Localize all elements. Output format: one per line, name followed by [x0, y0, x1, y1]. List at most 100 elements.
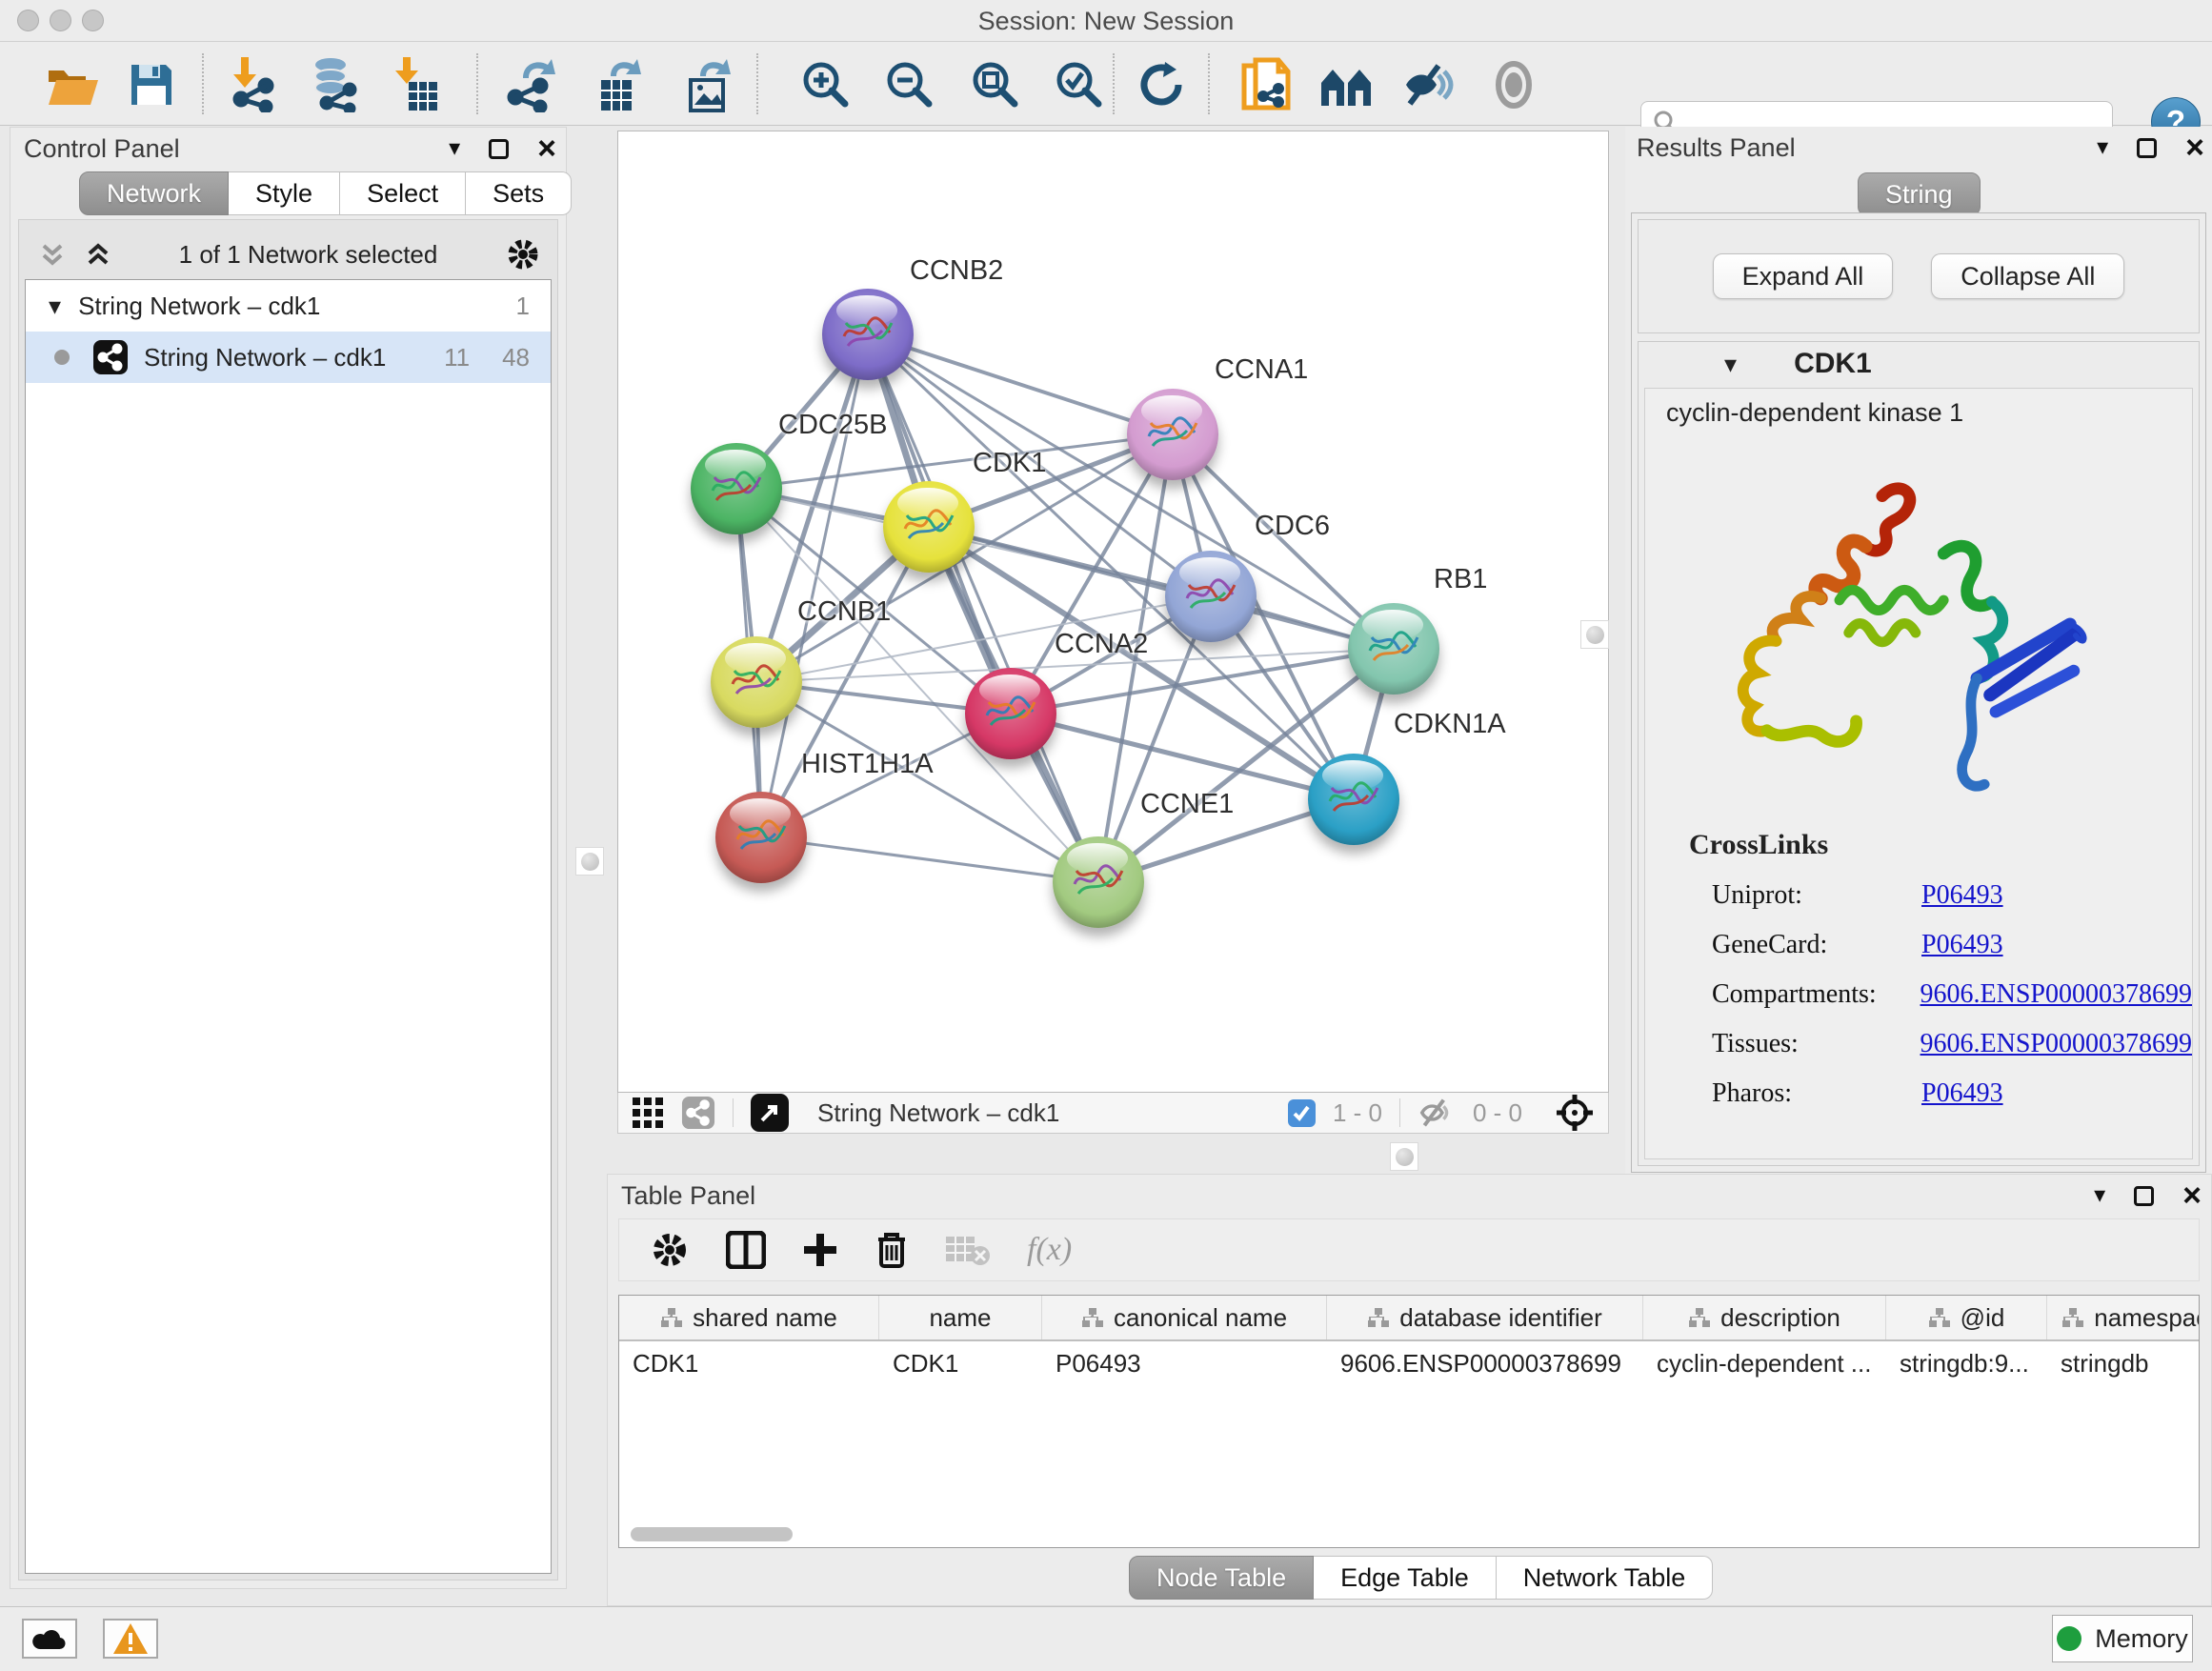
table-panel-close-button[interactable]: ×: [2182, 1179, 2202, 1212]
delete-column-trash-icon[interactable]: [875, 1230, 909, 1270]
table-row[interactable]: CDK1CDK1P064939606.ENSP00000378699cyclin…: [619, 1341, 2199, 1385]
tab-select[interactable]: Select: [340, 171, 466, 215]
network-options-gear-icon[interactable]: [504, 235, 542, 273]
zoom-selected-button[interactable]: [1048, 55, 1111, 114]
left-splitter-handle[interactable]: [575, 847, 604, 876]
import-network-database-button[interactable]: [301, 55, 364, 114]
network-edge[interactable]: [761, 837, 1098, 882]
column-header-canonical-name[interactable]: canonical name: [1042, 1296, 1327, 1339]
control-panel-close-button[interactable]: ×: [537, 132, 556, 165]
results-panel-close-button[interactable]: ×: [2185, 131, 2204, 164]
first-neighbors-button[interactable]: [1317, 55, 1379, 114]
tab-style[interactable]: Style: [229, 171, 340, 215]
network-node-hist1h1a[interactable]: [715, 792, 807, 883]
tab-network[interactable]: Network: [79, 171, 229, 215]
crosslink-link[interactable]: P06493: [1921, 1078, 2003, 1109]
save-session-button[interactable]: [120, 55, 183, 114]
open-session-button[interactable]: [42, 55, 105, 114]
control-panel-menu-arrow-icon[interactable]: ▾: [449, 137, 460, 160]
protein-thumbnail-icon: [1362, 624, 1423, 668]
new-network-from-selection-button[interactable]: [1235, 55, 1297, 114]
network-edge[interactable]: [868, 334, 1173, 434]
export-network-button[interactable]: [499, 55, 562, 114]
zoom-in-button[interactable]: [794, 55, 857, 114]
horizontal-scrollbar-thumb[interactable]: [631, 1527, 793, 1541]
collapse-all-button[interactable]: Collapse All: [1931, 253, 2124, 299]
results-panel-menu-arrow-icon[interactable]: ▾: [2097, 136, 2108, 159]
network-canvas[interactable]: CCNB2 CCNA1 CDC25B CDK1 CDC6 RB1 CCNB1 C…: [617, 131, 1609, 1093]
network-node-cdkn1a[interactable]: [1308, 754, 1399, 845]
single-view-icon[interactable]: [681, 1096, 715, 1130]
memory-button[interactable]: Memory: [2052, 1615, 2193, 1662]
bottom-splitter-handle[interactable]: [1390, 1142, 1418, 1171]
network-edge[interactable]: [868, 334, 1098, 882]
control-panel-float-button[interactable]: [489, 139, 509, 159]
export-table-button[interactable]: [589, 55, 652, 114]
show-columns-icon[interactable]: [726, 1231, 766, 1269]
column-header-name[interactable]: name: [879, 1296, 1042, 1339]
table-panel-menu-arrow-icon[interactable]: ▾: [2094, 1184, 2105, 1207]
crosslink-link[interactable]: 9606.ENSP00000378699: [1920, 979, 2192, 1010]
column-header-namespace[interactable]: namespace: [2047, 1296, 2200, 1339]
zoom-out-button[interactable]: [878, 55, 941, 114]
column-header--id[interactable]: @id: [1886, 1296, 2047, 1339]
tab-string[interactable]: String: [1858, 172, 1981, 216]
delete-table-icon[interactable]: [945, 1233, 991, 1267]
table-panel-float-button[interactable]: [2134, 1186, 2154, 1206]
warnings-button[interactable]: [103, 1619, 158, 1659]
network-row[interactable]: String Network – cdk1 11 48: [26, 332, 551, 383]
network-node-ccnb1[interactable]: [711, 636, 802, 728]
expand-all-icon[interactable]: [84, 240, 112, 269]
network-node-cdc25b[interactable]: [691, 443, 782, 534]
network-node-cdk1[interactable]: [883, 481, 975, 573]
function-builder-label[interactable]: f(x): [1027, 1232, 1072, 1268]
apply-layout-button[interactable]: [1130, 55, 1193, 114]
table-cell[interactable]: cyclin-dependent ...: [1643, 1341, 1886, 1385]
selected-checkbox-icon[interactable]: [1288, 1099, 1316, 1127]
birds-eye-view-button[interactable]: [751, 1094, 789, 1132]
cloud-status-button[interactable]: [22, 1619, 77, 1659]
export-image-button[interactable]: [678, 55, 741, 114]
crosslink-link[interactable]: 9606.ENSP00000378699: [1920, 1029, 2192, 1059]
add-column-icon[interactable]: [802, 1232, 838, 1268]
column-header-description[interactable]: description: [1643, 1296, 1886, 1339]
table-cell[interactable]: CDK1: [879, 1341, 1042, 1385]
table-cell[interactable]: CDK1: [619, 1341, 879, 1385]
column-header-database-identifier[interactable]: database identifier: [1327, 1296, 1643, 1339]
network-node-cdc6[interactable]: [1165, 551, 1257, 642]
network-node-ccne1[interactable]: [1053, 836, 1144, 928]
table-cell[interactable]: stringdb: [2047, 1341, 2200, 1385]
crosslink-link[interactable]: P06493: [1921, 930, 2003, 960]
network-node-ccna1[interactable]: [1127, 389, 1218, 480]
network-edge[interactable]: [929, 527, 1394, 649]
zoom-fit-button[interactable]: [964, 55, 1027, 114]
tab-sets[interactable]: Sets: [466, 171, 572, 215]
right-splitter-handle[interactable]: [1580, 620, 1609, 649]
crosslink-link[interactable]: P06493: [1921, 880, 2003, 911]
import-table-file-button[interactable]: [385, 55, 448, 114]
network-node-ccnb2[interactable]: [822, 289, 914, 380]
network-node-ccna2[interactable]: [965, 668, 1056, 759]
table-cell[interactable]: stringdb:9...: [1886, 1341, 2047, 1385]
tab-network-table[interactable]: Network Table: [1497, 1556, 1714, 1600]
crosslink-row: GeneCard:P06493: [1712, 930, 2192, 960]
collapse-all-icon[interactable]: [38, 240, 67, 269]
hide-selected-button[interactable]: [1397, 55, 1459, 114]
import-network-file-button[interactable]: [221, 55, 284, 114]
network-node-rb1[interactable]: [1348, 603, 1439, 695]
expand-all-button[interactable]: Expand All: [1713, 253, 1894, 299]
show-all-button[interactable]: [1482, 55, 1545, 114]
gene-collapse-arrow-icon[interactable]: ▾: [1724, 350, 1737, 379]
table-cell[interactable]: 9606.ENSP00000378699: [1327, 1341, 1643, 1385]
center-view-crosshair-icon[interactable]: [1555, 1093, 1595, 1133]
network-collection-row[interactable]: ▾ String Network – cdk1 1: [26, 280, 551, 332]
results-panel-float-button[interactable]: [2137, 138, 2157, 158]
table-options-gear-icon[interactable]: [650, 1230, 690, 1270]
column-header-shared-name[interactable]: shared name: [619, 1296, 879, 1339]
node-label-ccna1: CCNA1: [1215, 354, 1308, 386]
tab-edge-table[interactable]: Edge Table: [1314, 1556, 1497, 1600]
grid-view-icon[interactable]: [632, 1097, 664, 1129]
table-cell[interactable]: P06493: [1042, 1341, 1327, 1385]
collection-expand-arrow-icon[interactable]: ▾: [49, 292, 61, 321]
tab-node-table[interactable]: Node Table: [1129, 1556, 1314, 1600]
